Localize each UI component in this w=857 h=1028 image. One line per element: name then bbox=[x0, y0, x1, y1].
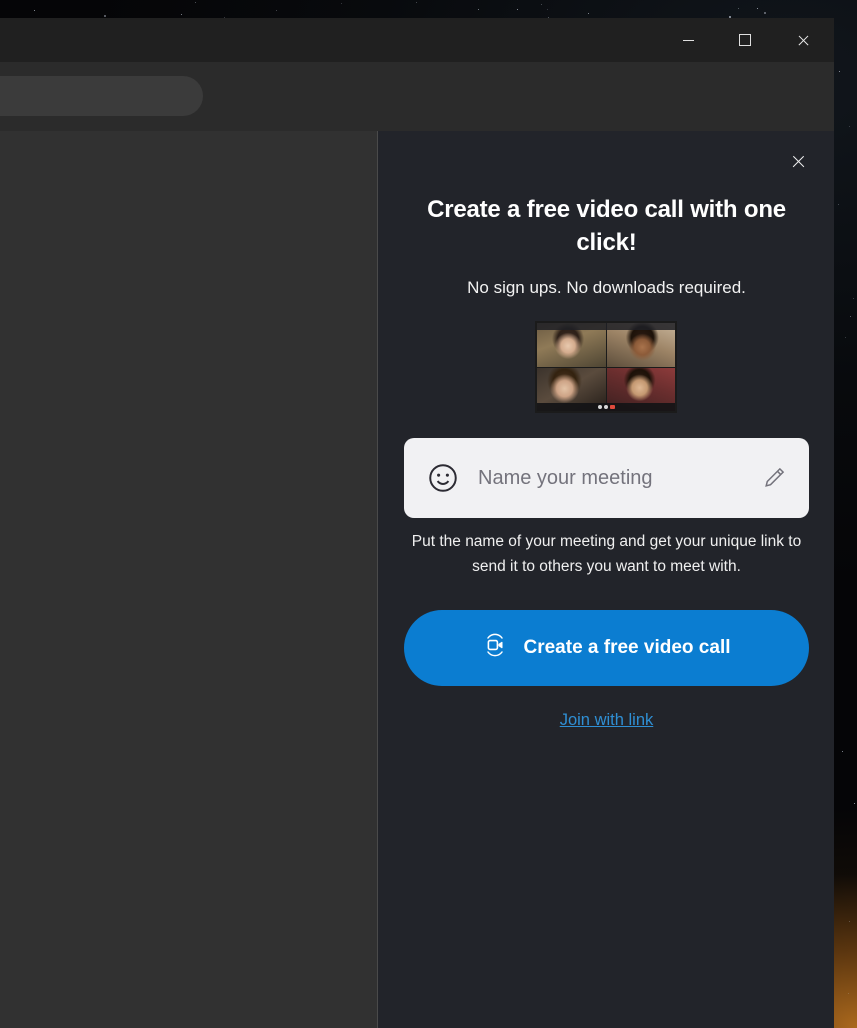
video-camera-icon bbox=[483, 633, 507, 663]
page-content-area bbox=[0, 131, 377, 1028]
panel-heading: Create a free video call with one click! bbox=[427, 196, 786, 256]
maximize-icon bbox=[739, 34, 751, 46]
smiley-icon bbox=[426, 461, 460, 495]
browser-toolbar bbox=[0, 62, 834, 166]
camera-control-dot bbox=[603, 405, 608, 409]
window-close-button[interactable] bbox=[780, 18, 826, 62]
close-icon bbox=[797, 34, 810, 47]
maximize-button[interactable] bbox=[722, 18, 768, 62]
meeting-name-input[interactable] bbox=[476, 465, 761, 491]
browser-window: Create a free video call with one click!… bbox=[0, 18, 834, 1028]
title-bar bbox=[0, 18, 834, 62]
video-call-hero-image bbox=[535, 321, 677, 413]
video-call-side-panel: Create a free video call with one click!… bbox=[377, 131, 834, 1028]
video-call-controls bbox=[537, 403, 675, 411]
pencil-icon[interactable] bbox=[761, 465, 787, 491]
join-with-link[interactable]: Join with link bbox=[378, 711, 834, 730]
create-video-call-button[interactable]: Create a free video call bbox=[404, 610, 809, 686]
video-grid bbox=[537, 323, 675, 411]
close-icon bbox=[791, 154, 806, 169]
panel-description: Put the name of your meeting and get you… bbox=[411, 533, 802, 575]
panel-subheading: No sign ups. No downloads required. bbox=[467, 278, 746, 297]
address-bar[interactable] bbox=[0, 76, 203, 116]
video-window-titlebar bbox=[537, 323, 675, 330]
meeting-name-field[interactable] bbox=[404, 438, 809, 518]
end-call-dot bbox=[609, 405, 615, 409]
minimize-icon bbox=[682, 39, 694, 41]
panel-close-button[interactable] bbox=[783, 146, 813, 176]
minimize-button[interactable] bbox=[665, 18, 711, 62]
create-video-call-label: Create a free video call bbox=[523, 637, 731, 658]
mic-control-dot bbox=[597, 405, 602, 409]
